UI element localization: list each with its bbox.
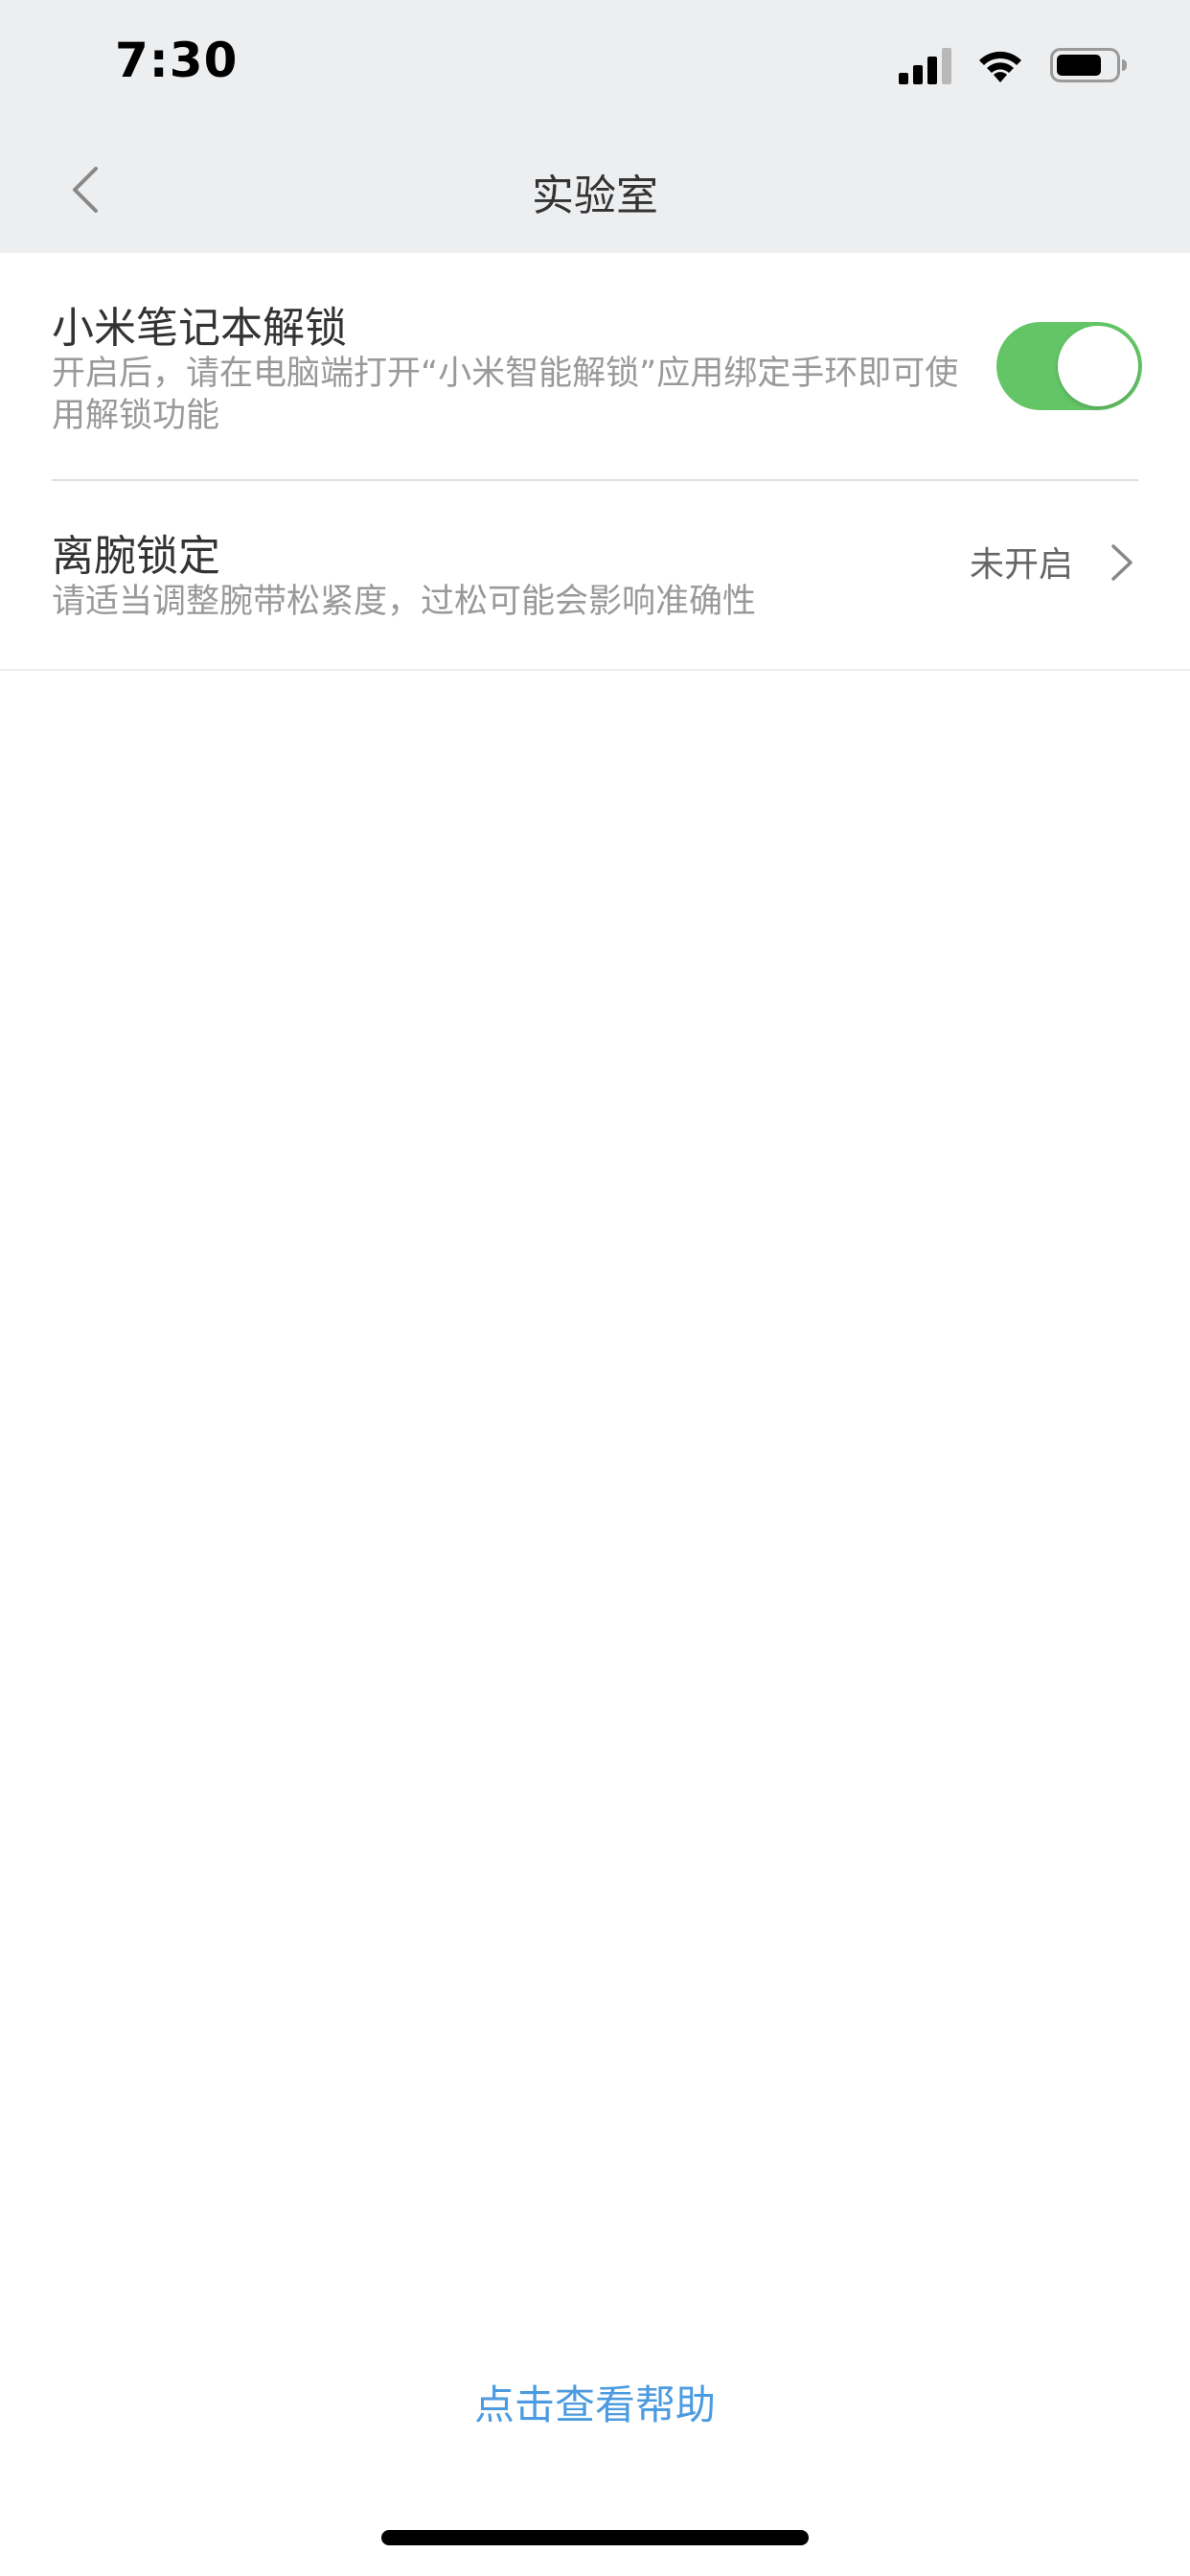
help-link[interactable]: 点击查看帮助 xyxy=(0,2373,1190,2431)
list-bottom-divider xyxy=(0,669,1190,671)
toggle-knob xyxy=(1058,326,1138,406)
status-icons xyxy=(899,44,1129,86)
lab-screen: 7:30 实验室 小米笔记本解锁 开启后，请在电脑端打开“小米智能解锁”应用绑定… xyxy=(0,0,1190,2576)
laptop-unlock-row: 小米笔记本解锁 开启后，请在电脑端打开“小米智能解锁”应用绑定手环即可使用解锁功… xyxy=(0,253,1190,481)
wifi-icon xyxy=(979,51,1021,82)
navigation-bar: 实验室 xyxy=(0,126,1190,253)
laptop-unlock-title: 小米笔记本解锁 xyxy=(52,304,347,353)
status-bar: 7:30 xyxy=(0,0,1190,126)
wrist-lock-status: 未开启 xyxy=(969,545,1073,585)
home-indicator[interactable] xyxy=(381,2530,809,2545)
cellular-signal-icon xyxy=(899,48,951,84)
status-time: 7:30 xyxy=(115,33,239,88)
laptop-unlock-description: 开启后，请在电脑端打开“小米智能解锁”应用绑定手环即可使用解锁功能 xyxy=(52,355,959,435)
laptop-unlock-toggle[interactable] xyxy=(996,322,1142,410)
battery-icon xyxy=(1050,48,1127,82)
settings-list: 小米笔记本解锁 开启后，请在电脑端打开“小米智能解锁”应用绑定手环即可使用解锁功… xyxy=(0,253,1190,671)
wrist-lock-title: 离腕锁定 xyxy=(52,532,220,581)
wrist-lock-row[interactable]: 离腕锁定 请适当调整腕带松紧度，过松可能会影响准确性 未开启 xyxy=(0,481,1190,671)
wrist-lock-description: 请适当调整腕带松紧度，过松可能会影响准确性 xyxy=(52,583,757,621)
page-title: 实验室 xyxy=(532,172,658,220)
chevron-right-icon xyxy=(1111,544,1133,581)
